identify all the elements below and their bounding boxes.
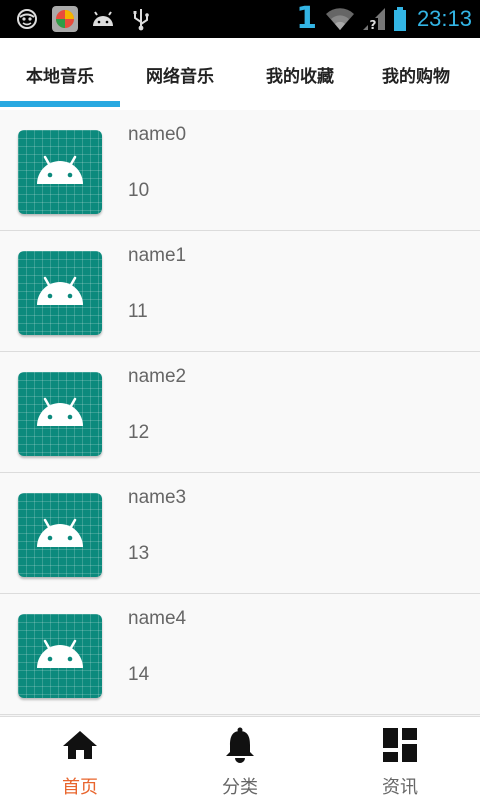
android-head-icon bbox=[93, 11, 113, 26]
android-icon bbox=[37, 155, 83, 184]
music-list: name0 10 name1 11 name2 12 name3 13 name… bbox=[0, 110, 480, 715]
item-number: 13 bbox=[128, 543, 150, 564]
android-icon bbox=[37, 276, 83, 305]
item-thumbnail bbox=[18, 372, 102, 456]
item-name: name4 bbox=[128, 608, 187, 629]
item-name: name3 bbox=[128, 487, 187, 508]
nav-news[interactable]: 资讯 bbox=[320, 717, 480, 801]
battery-icon bbox=[393, 7, 406, 31]
wifi-icon bbox=[325, 8, 354, 30]
list-item[interactable]: name0 10 bbox=[0, 110, 480, 231]
item-number: 10 bbox=[128, 180, 150, 201]
app-ball-icon bbox=[52, 6, 78, 32]
android-icon bbox=[37, 397, 83, 426]
tab-online-music[interactable]: 网络音乐 bbox=[120, 38, 240, 110]
status-bar-notifications bbox=[14, 6, 154, 32]
list-item[interactable]: name3 13 bbox=[0, 473, 480, 594]
status-bar-system: 1 ? 23:13 bbox=[296, 3, 472, 35]
smiley-face-icon bbox=[17, 9, 37, 29]
no-signal-icon: ? bbox=[362, 8, 385, 32]
list-item[interactable]: name2 12 bbox=[0, 352, 480, 473]
tab-local-music[interactable]: 本地音乐 bbox=[0, 38, 120, 110]
android-icon bbox=[37, 518, 83, 547]
nav-home-label: 首页 bbox=[62, 777, 98, 798]
item-thumbnail bbox=[18, 130, 102, 214]
svg-text:?: ? bbox=[369, 18, 376, 32]
clock: 23:13 bbox=[416, 6, 472, 31]
item-number: 11 bbox=[128, 301, 148, 322]
item-thumbnail bbox=[18, 493, 102, 577]
usb-icon bbox=[133, 9, 149, 31]
list-item[interactable]: name1 11 bbox=[0, 231, 480, 352]
tab-my-favorites[interactable]: 我的收藏 bbox=[240, 38, 360, 110]
list-item[interactable]: name4 14 bbox=[0, 594, 480, 715]
item-name: name0 bbox=[128, 124, 187, 145]
bottom-nav: 首页 分类 资讯 bbox=[0, 716, 480, 801]
home-icon bbox=[63, 731, 97, 759]
item-number: 14 bbox=[128, 664, 150, 685]
tab-my-shopping[interactable]: 我的购物 bbox=[356, 38, 476, 110]
item-number: 12 bbox=[128, 422, 150, 443]
nav-home[interactable]: 首页 bbox=[0, 717, 160, 801]
item-name: name1 bbox=[128, 245, 187, 266]
nav-news-label: 资讯 bbox=[382, 777, 418, 798]
tab-active-indicator bbox=[0, 101, 120, 107]
signal-digit: 1 bbox=[296, 1, 317, 36]
item-name: name2 bbox=[128, 366, 187, 387]
item-thumbnail bbox=[18, 251, 102, 335]
item-thumbnail bbox=[18, 614, 102, 698]
nav-category[interactable]: 分类 bbox=[160, 717, 320, 801]
bell-icon bbox=[226, 727, 254, 763]
android-icon bbox=[37, 639, 83, 668]
dashboard-icon bbox=[383, 728, 417, 762]
nav-category-label: 分类 bbox=[222, 777, 258, 798]
status-bar: 1 ? 23:13 bbox=[0, 0, 480, 38]
